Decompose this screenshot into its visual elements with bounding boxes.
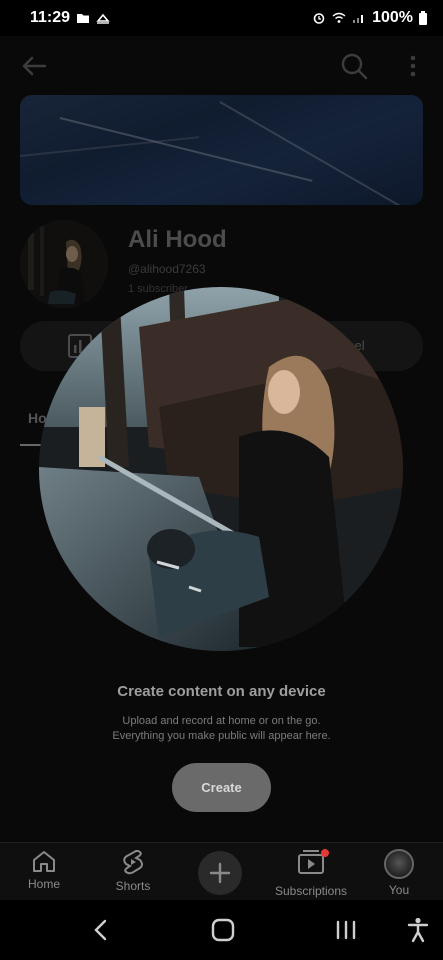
signal-icon (353, 15, 364, 23)
nav-home[interactable]: Home (24, 849, 64, 891)
plus-icon (209, 862, 231, 884)
system-back-button[interactable] (80, 914, 120, 946)
shorts-icon (123, 850, 143, 875)
empty-state-line-2: Everything you make public will appear h… (112, 730, 331, 742)
nav-shorts[interactable]: Shorts (108, 849, 158, 893)
status-left: 11:29 (30, 9, 110, 27)
accessibility-icon (407, 917, 429, 943)
bottom-navigation: Home Shorts Subscriptions You (0, 842, 443, 900)
top-bar (0, 36, 443, 96)
status-bar: 11:29 100% (0, 0, 443, 36)
empty-state-line-1: Upload and record at home or on the go. (122, 715, 321, 727)
you-avatar (384, 849, 414, 879)
nav-you[interactable]: You (380, 849, 418, 897)
system-recents-button[interactable] (326, 914, 366, 946)
create-button[interactable]: Create (172, 763, 271, 812)
channel-avatar[interactable] (20, 220, 108, 308)
notification-dot (321, 849, 329, 857)
chevron-left-icon (94, 919, 107, 941)
avatar-photo (20, 220, 108, 308)
channel-name: Ali Hood (128, 226, 227, 253)
profile-photo-preview[interactable] (39, 287, 403, 651)
empty-state-subtitle: Upload and record at home or on the go. … (0, 714, 443, 744)
weather-icon (96, 13, 110, 24)
empty-state-title: Create content on any device (117, 683, 326, 700)
profile-photo (39, 287, 403, 651)
more-vert-icon (410, 55, 416, 77)
search-button[interactable] (334, 48, 374, 84)
home-icon (33, 851, 55, 872)
channel-handle: @alihood7263 (128, 262, 206, 276)
recents-icon (336, 920, 356, 940)
arrow-left-icon (22, 56, 47, 76)
status-right: 100% (312, 9, 427, 27)
clock: 11:29 (30, 9, 71, 26)
nav-create-button[interactable] (198, 851, 242, 895)
nav-subscriptions[interactable]: Subscriptions (270, 849, 352, 898)
system-home-button[interactable] (203, 914, 243, 946)
tab-indicator (20, 444, 42, 446)
folder-icon (77, 14, 90, 23)
battery-icon (419, 11, 427, 25)
nav-home-label: Home (27, 877, 60, 891)
system-navigation-bar (0, 900, 443, 960)
back-button[interactable] (14, 50, 54, 82)
more-options-button[interactable] (398, 50, 428, 82)
nav-shorts-label: Shorts (115, 879, 151, 893)
battery-percent: 100% (372, 9, 413, 26)
nav-subscriptions-label: Subscriptions (274, 884, 348, 898)
wifi-icon (332, 12, 346, 23)
search-icon (341, 53, 368, 80)
accessibility-button[interactable] (398, 914, 438, 946)
channel-banner (20, 95, 423, 205)
alarm-icon (313, 13, 325, 24)
home-square-icon (211, 918, 235, 942)
nav-you-label: You (388, 883, 410, 897)
